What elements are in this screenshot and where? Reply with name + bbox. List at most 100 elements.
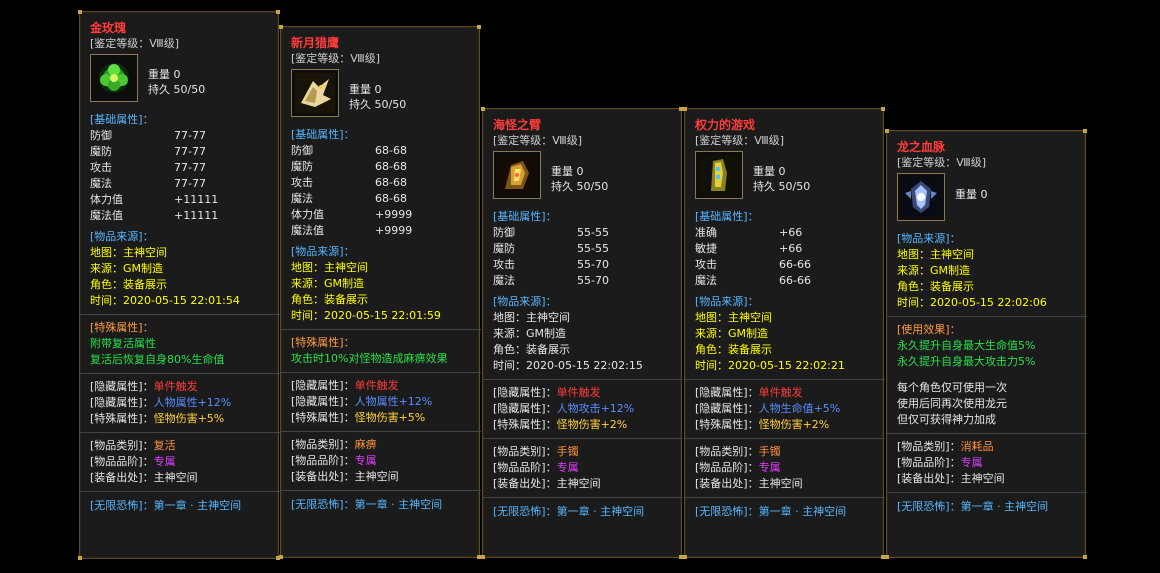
- durability-label: 持久: [148, 83, 170, 96]
- item-grade: [鉴定等级：Ⅷ级]: [897, 156, 987, 169]
- attr-value: 55-55: [577, 242, 609, 255]
- drop-label: [装备出处]：: [291, 470, 355, 483]
- map-value: 主神空间: [526, 311, 570, 324]
- base-attr-title: [基础属性]：: [90, 113, 154, 126]
- falcon-icon[interactable]: [291, 69, 339, 117]
- origin-value: GM制造: [324, 277, 365, 290]
- category-label: [物品类别]：: [897, 440, 961, 453]
- time-label: 时间：: [291, 309, 324, 322]
- weight-label: 重量: [148, 68, 170, 81]
- green-rose-icon[interactable]: [90, 54, 138, 102]
- hidden-value: 单件触发: [556, 386, 601, 399]
- attr-value: 68-68: [375, 176, 407, 189]
- hidden-value: 人物攻击+12%: [556, 402, 635, 415]
- item-grade: [鉴定等级：Ⅷ级]: [291, 52, 381, 65]
- attr-key: 魔法值: [90, 209, 123, 222]
- map-label: 地图：: [695, 311, 728, 324]
- origin-value: GM制造: [123, 262, 164, 275]
- attr-key: 攻击: [291, 176, 313, 189]
- category-value: 消耗品: [960, 440, 994, 453]
- drop-value: 主神空间: [153, 471, 198, 484]
- hidden-value: 人物生命值+5%: [758, 402, 841, 415]
- attr-value: 68-68: [375, 160, 407, 173]
- attr-key: 敏捷: [695, 242, 717, 255]
- item-tooltip-kraken-arm: 海怪之臂 [鉴定等级：Ⅷ级] 重量 0 持久 50/50 [基础属性]： 防御 5…: [481, 107, 683, 559]
- durability-value: 50/50: [173, 83, 206, 96]
- drop-value: 主神空间: [556, 477, 601, 490]
- category-value: 麻痹: [354, 438, 377, 451]
- durability-value: 50/50: [576, 180, 609, 193]
- weight-value: 0: [173, 68, 181, 81]
- special-value: 怪物伤害+5%: [354, 411, 426, 424]
- rank-value: 专属: [354, 454, 377, 467]
- attr-key: 攻击: [695, 258, 717, 271]
- item-tooltip-dragon-bloodline: 龙之血脉 [鉴定等级：Ⅷ级] 重量 0 [物品来源]： 地图：主神空间 来源：G…: [885, 129, 1087, 559]
- hidden-label: [隐藏属性]：: [90, 380, 154, 393]
- time-label: 时间：: [493, 359, 526, 372]
- attr-value: 68-68: [375, 144, 407, 157]
- time-value: 2020-05-15 22:02:21: [728, 359, 845, 372]
- effect-line: 攻击时10%对怪物造成麻痹效果: [291, 352, 448, 365]
- set-footer: [无限恐怖]：第一章 · 主神空间: [291, 498, 443, 511]
- set-footer: [无限恐怖]：第一章 · 主神空间: [90, 499, 242, 512]
- drop-value: 主神空间: [758, 477, 803, 490]
- hidden-value: 人物属性+12%: [354, 395, 433, 408]
- attr-key: 防御: [493, 226, 515, 239]
- hidden-label: [隐藏属性]：: [90, 396, 154, 409]
- use-effect-title: [使用效果]：: [897, 323, 961, 336]
- time-value: 2020-05-15 22:01:59: [324, 309, 441, 322]
- attr-key: 魔防: [493, 242, 515, 255]
- durability-label: 持久: [551, 180, 573, 193]
- hidden-value: 单件触发: [354, 379, 399, 392]
- attr-value: 68-68: [375, 192, 407, 205]
- item-grade: [鉴定等级：Ⅷ级]: [493, 134, 583, 147]
- item-name: 海怪之臂: [493, 118, 542, 132]
- item-name: 金玫瑰: [90, 21, 127, 35]
- special-value: 怪物伤害+2%: [556, 418, 628, 431]
- role-label: 角色：: [291, 293, 324, 306]
- special-label: [特殊属性]：: [291, 411, 355, 424]
- map-label: 地图：: [291, 261, 324, 274]
- origin-label: 来源：: [493, 327, 526, 340]
- role-label: 角色：: [695, 343, 728, 356]
- rank-label: [物品品阶]：: [897, 456, 961, 469]
- attr-value: 77-77: [174, 129, 206, 142]
- item-tooltip-golden-rose: 金玫瑰 [鉴定等级：Ⅷ级] 重量 0 持久 50/50 [基础属性]： 防御 77…: [78, 10, 280, 560]
- attr-key: 攻击: [493, 258, 515, 271]
- attr-key: 魔防: [90, 145, 112, 158]
- item-grade: [鉴定等级：Ⅷ级]: [90, 37, 180, 50]
- item-grade: [鉴定等级：Ⅷ级]: [695, 134, 785, 147]
- hidden-label: [隐藏属性]：: [493, 386, 557, 399]
- hidden-label: [隐藏属性]：: [291, 379, 355, 392]
- special-value: 怪物伤害+5%: [153, 412, 225, 425]
- attr-key: 魔防: [291, 160, 313, 173]
- time-value: 2020-05-15 22:02:06: [930, 296, 1047, 309]
- time-label: 时间：: [897, 296, 930, 309]
- attr-key: 魔法: [493, 274, 515, 287]
- attr-key: 魔法: [90, 177, 112, 190]
- attr-key: 体力值: [90, 193, 123, 206]
- weight-label: 重量: [551, 165, 573, 178]
- special-label: [特殊属性]：: [90, 412, 154, 425]
- item-name: 新月猎鹰: [291, 36, 340, 50]
- map-value: 主神空间: [728, 311, 772, 324]
- category-value: 手镯: [758, 445, 781, 458]
- bracer-icon[interactable]: [493, 151, 541, 199]
- attr-key: 准确: [695, 226, 717, 239]
- weight-label: 重量: [753, 165, 775, 178]
- role-value: 装备展示: [526, 343, 570, 356]
- set-footer: [无限恐怖]：第一章 · 主神空间: [493, 505, 645, 518]
- hidden-label: [隐藏属性]：: [291, 395, 355, 408]
- dragon-crest-icon[interactable]: [897, 173, 945, 221]
- hidden-label: [隐藏属性]：: [695, 386, 759, 399]
- effect-line: 永久提升自身最大攻击力5%: [897, 355, 1036, 368]
- category-label: [物品类别]：: [291, 438, 355, 451]
- origin-label: 来源：: [695, 327, 728, 340]
- weight-value: 0: [778, 165, 786, 178]
- set-footer: [无限恐怖]：第一章 · 主神空间: [897, 500, 1049, 513]
- hidden-value: 单件触发: [758, 386, 803, 399]
- drop-label: [装备出处]：: [897, 472, 961, 485]
- special-attr-title: [特殊属性]：: [291, 336, 355, 349]
- gauntlet-icon[interactable]: [695, 151, 743, 199]
- origin-label: 来源：: [90, 262, 123, 275]
